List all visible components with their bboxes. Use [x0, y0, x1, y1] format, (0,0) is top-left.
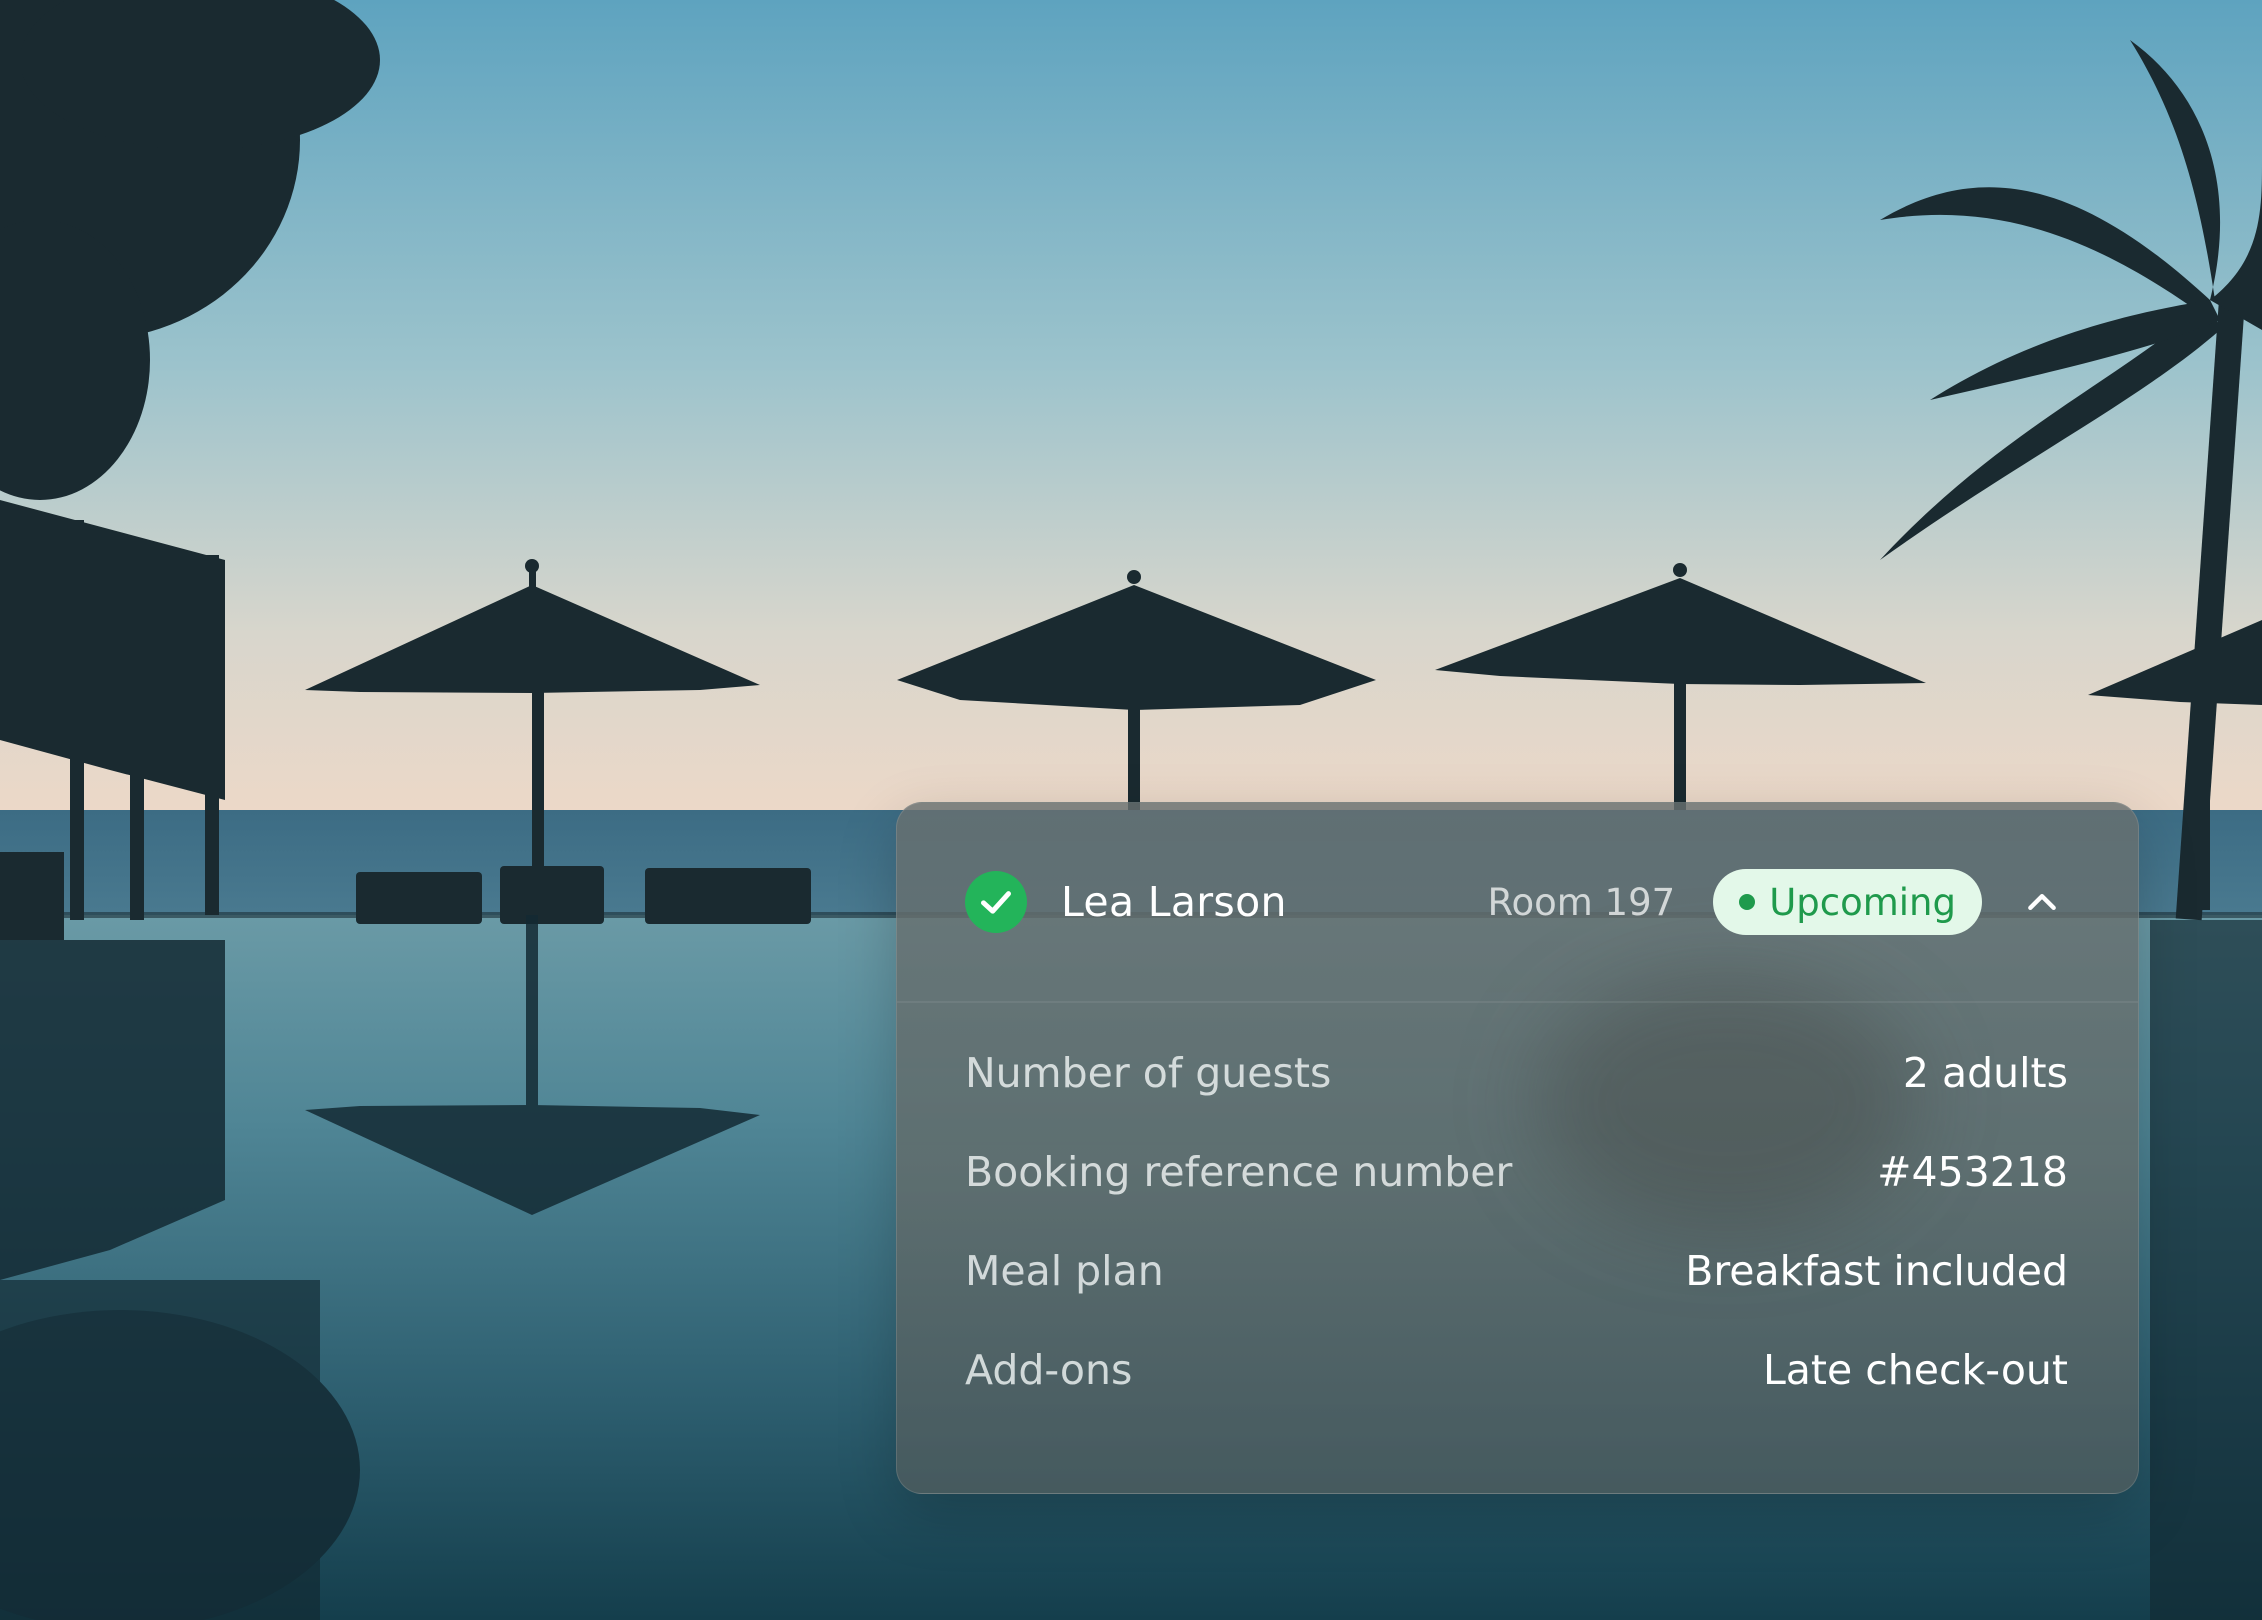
- status-badge: Upcoming: [1713, 869, 1982, 935]
- detail-label: Number of guests: [965, 1048, 1332, 1097]
- detail-value: Breakfast included: [1685, 1246, 2068, 1295]
- chevron-up-icon: [2028, 894, 2056, 910]
- detail-label: Booking reference number: [965, 1147, 1513, 1196]
- room-number: Room 197: [1487, 880, 1676, 924]
- booking-card-header[interactable]: Lea Larson Room 197 Upcoming: [897, 803, 2138, 1003]
- detail-row-guests: Number of guests 2 adults: [965, 1023, 2068, 1122]
- status-dot: [1739, 894, 1756, 910]
- booking-card: Lea Larson Room 197 Upcoming Number of g…: [896, 802, 2139, 1494]
- detail-value: Late check-out: [1762, 1345, 2068, 1394]
- detail-row-meal-plan: Meal plan Breakfast included: [965, 1221, 2068, 1320]
- guest-name: Lea Larson: [1061, 878, 1287, 926]
- booking-details: Number of guests 2 adults Booking refere…: [965, 1023, 2068, 1419]
- status-label: Upcoming: [1769, 880, 1956, 924]
- collapse-button[interactable]: [2004, 864, 2080, 940]
- detail-row-reference: Booking reference number #453218: [965, 1122, 2068, 1221]
- detail-label: Meal plan: [965, 1246, 1164, 1295]
- detail-label: Add-ons: [965, 1345, 1133, 1394]
- detail-value: #453218: [1877, 1147, 2068, 1196]
- check-circle-icon: [965, 871, 1027, 933]
- detail-row-add-ons: Add-ons Late check-out: [965, 1320, 2068, 1419]
- detail-value: 2 adults: [1902, 1048, 2068, 1097]
